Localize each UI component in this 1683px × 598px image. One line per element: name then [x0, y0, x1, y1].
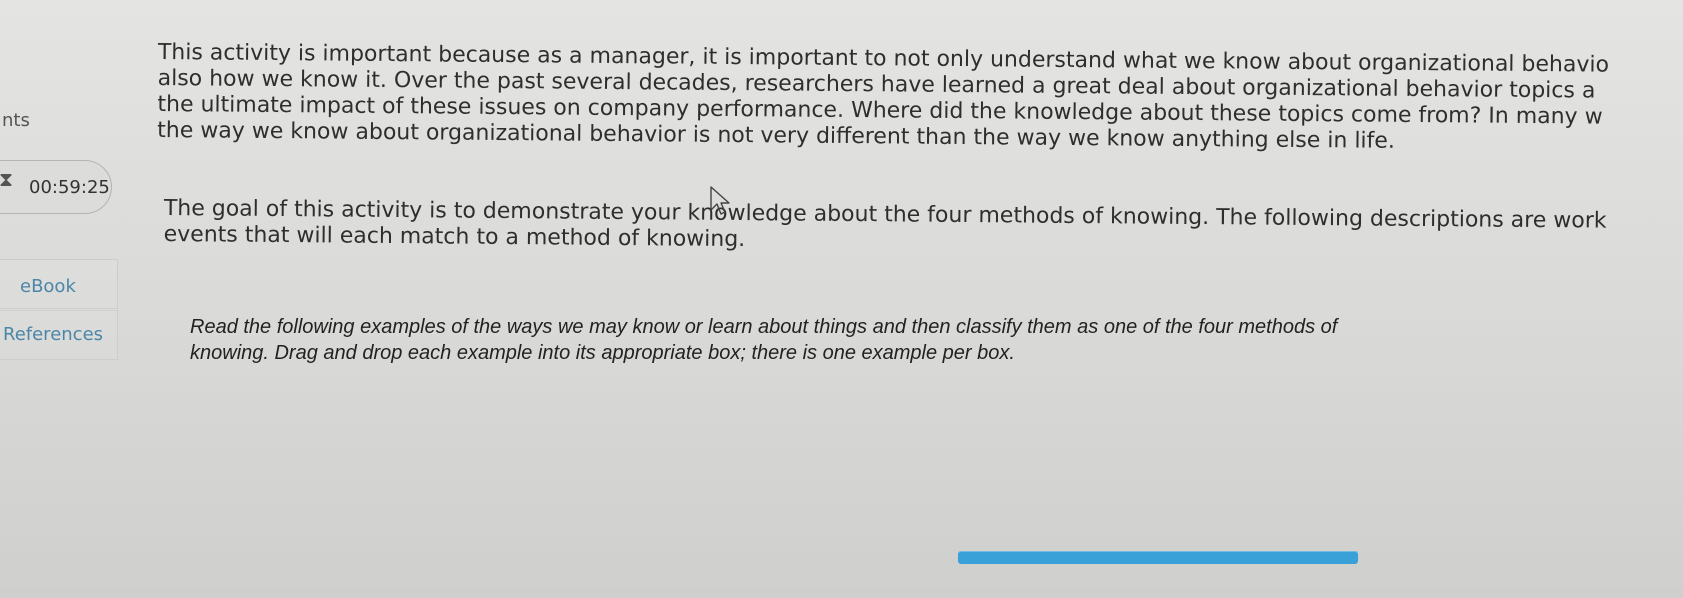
instructions-text: Read the following examples of the ways …	[190, 316, 1338, 364]
progress-bar	[958, 551, 1358, 564]
intro-paragraph: This activity is important because as a …	[157, 40, 1609, 157]
goal-paragraph: The goal of this activity is to demonstr…	[164, 196, 1607, 261]
main-content: This activity is important because as a …	[0, 0, 1683, 598]
mouse-cursor-icon	[710, 186, 730, 215]
